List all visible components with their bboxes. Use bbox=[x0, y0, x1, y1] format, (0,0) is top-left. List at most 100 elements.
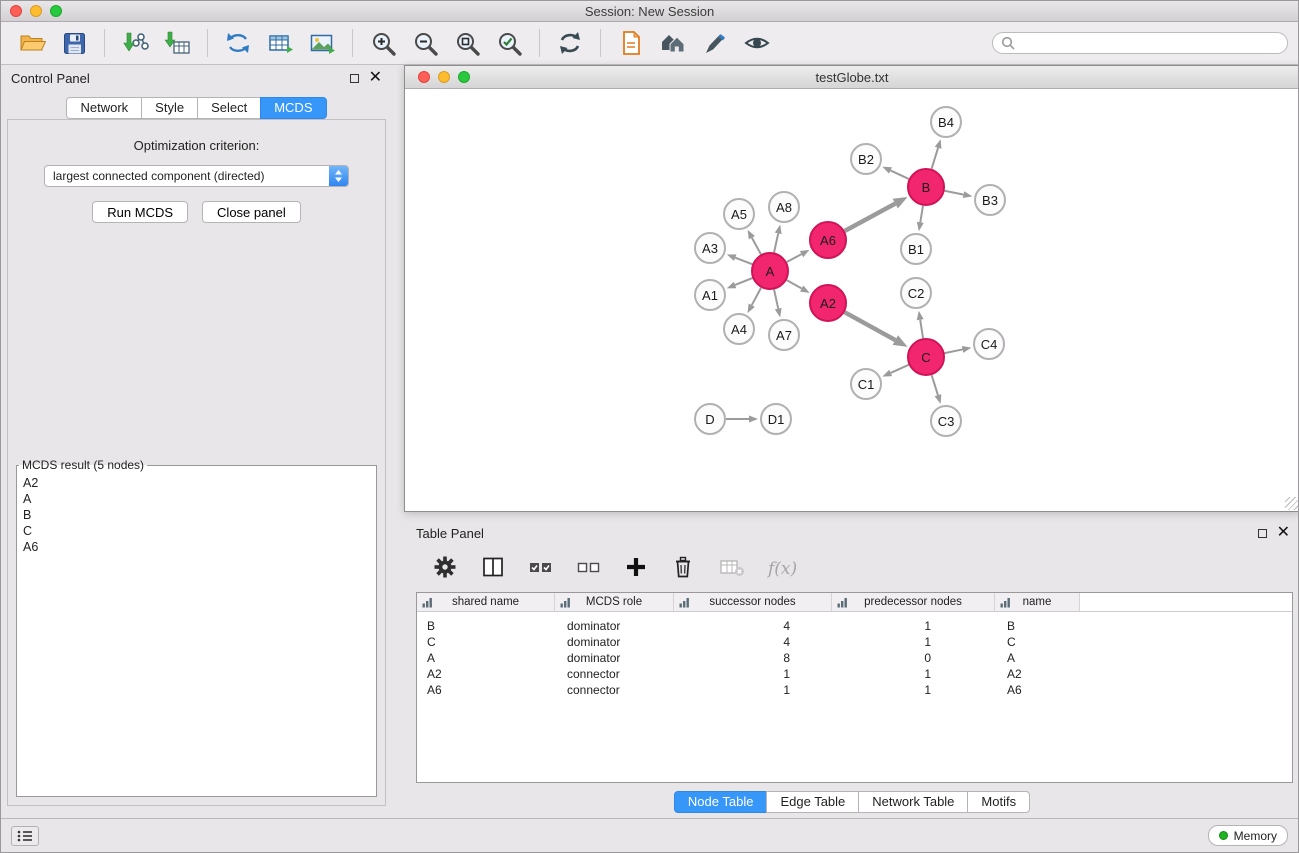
open-file-button[interactable] bbox=[11, 25, 53, 61]
table-row[interactable]: A2connector11A2 bbox=[417, 666, 1292, 682]
graph-node-A3[interactable]: A3 bbox=[694, 232, 726, 264]
graph-edge-A-A5[interactable] bbox=[752, 238, 761, 255]
column-manager-button[interactable] bbox=[480, 554, 506, 585]
add-row-button[interactable] bbox=[624, 555, 648, 584]
graph-edge-A2-C[interactable] bbox=[845, 312, 896, 340]
graph-node-B1[interactable]: B1 bbox=[900, 233, 932, 265]
graph-node-A[interactable]: A bbox=[751, 252, 789, 290]
home-layout-button[interactable] bbox=[652, 25, 694, 61]
zoom-window-button[interactable] bbox=[50, 5, 62, 17]
graph-node-D[interactable]: D bbox=[694, 403, 726, 435]
graph-node-A1[interactable]: A1 bbox=[694, 279, 726, 311]
result-item[interactable]: B bbox=[23, 507, 370, 523]
result-item[interactable]: A bbox=[23, 491, 370, 507]
tab-network-table[interactable]: Network Table bbox=[858, 791, 968, 813]
table-row[interactable]: A6connector11A6 bbox=[417, 682, 1292, 698]
delete-row-button[interactable] bbox=[670, 554, 696, 585]
network-close-button[interactable] bbox=[418, 71, 430, 83]
graph-node-B2[interactable]: B2 bbox=[850, 143, 882, 175]
graph-node-B4[interactable]: B4 bbox=[930, 106, 962, 138]
graph-edge-A6-B[interactable] bbox=[845, 204, 896, 231]
minimize-window-button[interactable] bbox=[30, 5, 42, 17]
show-graphics-details-button[interactable] bbox=[736, 25, 778, 61]
result-item[interactable]: C bbox=[23, 523, 370, 539]
graph-node-A8[interactable]: A8 bbox=[768, 191, 800, 223]
column-header-predecessor-nodes[interactable]: predecessor nodes bbox=[832, 593, 995, 611]
import-table-button[interactable] bbox=[156, 25, 198, 61]
column-header-name[interactable]: name bbox=[995, 593, 1080, 611]
tab-select[interactable]: Select bbox=[197, 97, 261, 119]
graph-edge-C-C1[interactable] bbox=[891, 365, 909, 373]
graph-edge-B-B2[interactable] bbox=[890, 170, 908, 179]
refresh-view-button[interactable] bbox=[549, 25, 591, 61]
result-item[interactable]: A2 bbox=[23, 475, 370, 491]
graph-node-C3[interactable]: C3 bbox=[930, 405, 962, 437]
graph-edge-A-A8[interactable] bbox=[774, 233, 778, 252]
optimization-dropdown[interactable]: largest connected component (directed) bbox=[44, 165, 349, 187]
graph-node-B3[interactable]: B3 bbox=[974, 184, 1006, 216]
graph-node-D1[interactable]: D1 bbox=[760, 403, 792, 435]
graph-edge-C-C4[interactable] bbox=[945, 349, 963, 353]
zoom-selected-button[interactable] bbox=[488, 25, 530, 61]
graph-edge-A-A2[interactable] bbox=[787, 280, 802, 288]
graph-node-C1[interactable]: C1 bbox=[850, 368, 882, 400]
table-row[interactable]: Bdominator41B bbox=[417, 618, 1292, 634]
result-item[interactable]: A6 bbox=[23, 539, 370, 555]
graph-node-A7[interactable]: A7 bbox=[768, 319, 800, 351]
open-session-file-button[interactable] bbox=[610, 25, 652, 61]
close-table-panel-icon[interactable]: ✕ bbox=[1277, 527, 1290, 539]
graph-edge-A-A6[interactable] bbox=[787, 254, 802, 262]
select-all-button[interactable] bbox=[528, 554, 554, 585]
network-canvas[interactable]: B4 B2 B B3 A8 A5 A6 A3 B1 A C2 A1 A2 A4 A7 C4 C C1 D D1 C3 bbox=[405, 89, 1299, 511]
graph-node-B[interactable]: B bbox=[907, 168, 945, 206]
graph-node-A5[interactable]: A5 bbox=[723, 198, 755, 230]
network-minimize-button[interactable] bbox=[438, 71, 450, 83]
close-panel-button[interactable]: Close panel bbox=[202, 201, 301, 223]
graph-edge-C-C2[interactable] bbox=[920, 320, 923, 339]
tab-mcds[interactable]: MCDS bbox=[260, 97, 326, 119]
close-panel-icon[interactable]: ✕ bbox=[369, 72, 382, 84]
window-resize-handle[interactable] bbox=[1285, 497, 1298, 510]
export-table-button[interactable] bbox=[259, 25, 301, 61]
zoom-fit-button[interactable] bbox=[446, 25, 488, 61]
graph-edge-B-B4[interactable] bbox=[932, 148, 938, 169]
graph-node-A6[interactable]: A6 bbox=[809, 221, 847, 259]
graph-node-A4[interactable]: A4 bbox=[723, 313, 755, 345]
graph-edge-A-A4[interactable] bbox=[752, 288, 761, 305]
graph-node-C[interactable]: C bbox=[907, 338, 945, 376]
column-header-shared-name[interactable]: shared name bbox=[417, 593, 555, 611]
memory-button[interactable]: Memory bbox=[1208, 825, 1288, 846]
tab-node-table[interactable]: Node Table bbox=[674, 791, 768, 813]
graph-edge-A-A1[interactable] bbox=[735, 278, 752, 285]
graph-node-A2[interactable]: A2 bbox=[809, 284, 847, 322]
export-image-button[interactable] bbox=[301, 25, 343, 61]
save-session-button[interactable] bbox=[53, 25, 95, 61]
apply-style-button[interactable] bbox=[694, 25, 736, 61]
column-header-mcds-role[interactable]: MCDS role bbox=[555, 593, 674, 611]
graph-node-C4[interactable]: C4 bbox=[973, 328, 1005, 360]
graph-edge-A-A3[interactable] bbox=[735, 258, 752, 265]
tab-edge-table[interactable]: Edge Table bbox=[766, 791, 859, 813]
float-table-panel-icon[interactable] bbox=[1258, 529, 1267, 538]
table-settings-gear-button[interactable] bbox=[432, 554, 458, 585]
task-history-button[interactable] bbox=[11, 826, 39, 846]
graph-edge-B-B1[interactable] bbox=[920, 206, 923, 223]
network-window-titlebar[interactable]: testGlobe.txt bbox=[405, 66, 1299, 89]
tab-network[interactable]: Network bbox=[66, 97, 142, 119]
zoom-in-button[interactable] bbox=[362, 25, 404, 61]
graph-edge-A-A7[interactable] bbox=[774, 290, 778, 309]
graph-edge-C-C3[interactable] bbox=[932, 375, 938, 395]
search-input[interactable] bbox=[1020, 36, 1279, 50]
tab-motifs[interactable]: Motifs bbox=[967, 791, 1030, 813]
column-header-successor-nodes[interactable]: successor nodes bbox=[674, 593, 832, 611]
graph-edge-B-B3[interactable] bbox=[945, 191, 964, 195]
graph-node-C2[interactable]: C2 bbox=[900, 277, 932, 309]
table-row[interactable]: Adominator80A bbox=[417, 650, 1292, 666]
network-collection-button[interactable] bbox=[217, 25, 259, 61]
table-row[interactable]: Cdominator41C bbox=[417, 634, 1292, 650]
close-window-button[interactable] bbox=[10, 5, 22, 17]
zoom-out-button[interactable] bbox=[404, 25, 446, 61]
import-network-button[interactable] bbox=[114, 25, 156, 61]
deselect-all-button[interactable] bbox=[576, 554, 602, 585]
tab-style[interactable]: Style bbox=[141, 97, 198, 119]
